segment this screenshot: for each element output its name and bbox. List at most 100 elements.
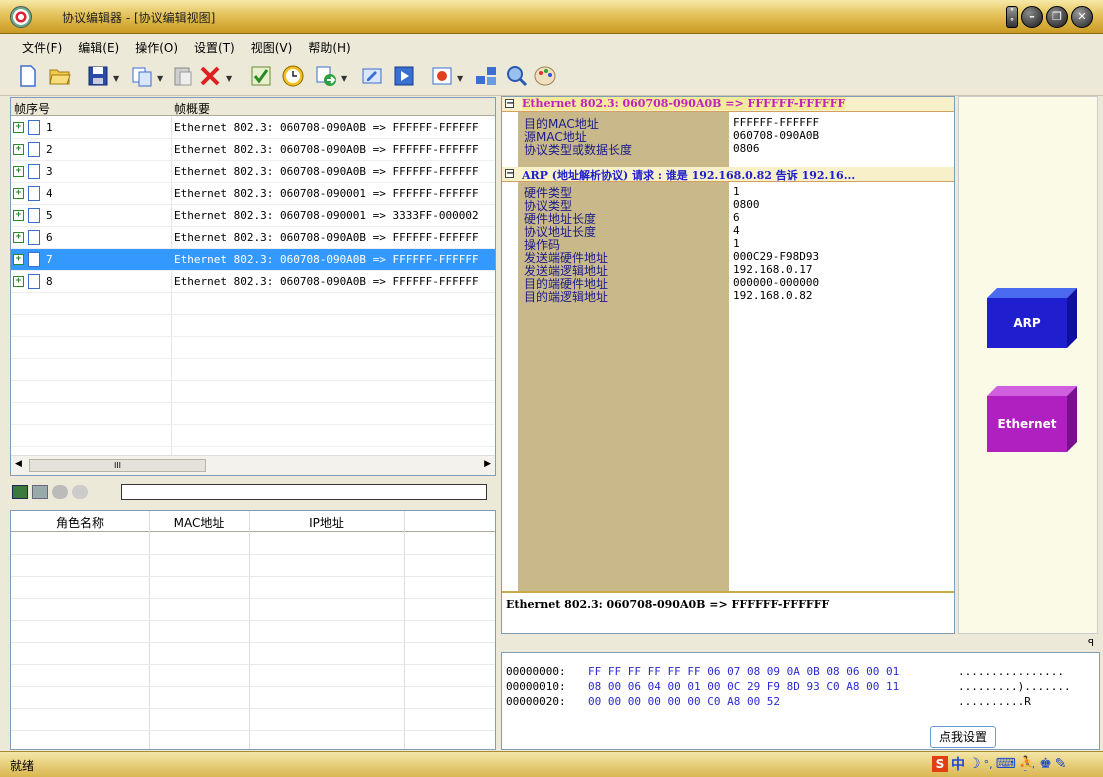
col-index-header[interactable]: 帧序号 (14, 100, 50, 117)
open-icon[interactable] (48, 64, 72, 88)
role-row[interactable] (11, 687, 495, 709)
user-icon[interactable]: ⛹ (1019, 756, 1036, 772)
menu-file[interactable]: 文件(F) (22, 39, 62, 56)
expand-icon[interactable]: + (13, 166, 24, 177)
frame-checkbox[interactable] (28, 274, 40, 289)
arp-field-value[interactable]: 000C29-F98D93 (733, 250, 819, 263)
send-icon[interactable] (314, 64, 338, 88)
arp-field-label[interactable]: 目的端逻辑地址 (524, 288, 608, 305)
horizontal-scrollbar[interactable]: ◀ III ▶ (11, 455, 495, 475)
frame-row[interactable]: +3 Ethernet 802.3: 060708-090A0B => FFFFF… (11, 161, 495, 183)
empty-frame-row[interactable] (11, 425, 495, 447)
wrench-icon[interactable]: ✎ (1055, 756, 1067, 772)
chevron-down-icon[interactable]: ▼ (226, 74, 232, 83)
pin-icon[interactable]: ° ° (1006, 6, 1018, 28)
new-icon[interactable] (16, 64, 40, 88)
moon-icon[interactable]: ☽ (968, 756, 981, 772)
frame-checkbox[interactable] (28, 164, 40, 179)
role-row[interactable] (11, 665, 495, 687)
expand-icon[interactable]: + (13, 232, 24, 243)
menu-operation[interactable]: 操作(O) (135, 39, 178, 56)
keyboard-icon[interactable]: ⌨ (996, 756, 1016, 772)
hex-bytes[interactable]: 08 00 06 04 00 01 00 0C 29 F9 8D 93 C0 A… (588, 680, 899, 693)
hex-bytes[interactable]: 00 00 00 00 00 00 C0 A8 00 52 (588, 695, 780, 708)
collapse-icon[interactable]: − (505, 99, 514, 109)
settings-tooltip[interactable]: 点我设置 (930, 726, 996, 748)
arp-field-value[interactable]: 000000-000000 (733, 276, 819, 289)
ethernet-field-value[interactable]: FFFFFF-FFFFFF (733, 116, 819, 129)
frame-checkbox[interactable] (28, 230, 40, 245)
frame-checkbox[interactable] (28, 186, 40, 201)
frame-row[interactable]: +2 Ethernet 802.3: 060708-090A0B => FFFFF… (11, 139, 495, 161)
empty-frame-row[interactable] (11, 293, 495, 315)
arp-field-value[interactable]: 1 (733, 185, 740, 198)
menu-settings[interactable]: 设置(T) (194, 39, 235, 56)
play-icon[interactable] (392, 64, 416, 88)
chevron-down-icon[interactable]: ▼ (457, 74, 463, 83)
palette-icon[interactable] (533, 64, 557, 88)
role-row[interactable] (11, 533, 495, 555)
arp-layer-box[interactable]: ARP (985, 286, 1085, 355)
ethernet-field-value[interactable]: 0806 (733, 142, 760, 155)
empty-frame-row[interactable] (11, 403, 495, 425)
add-role-icon[interactable] (12, 485, 28, 499)
role-row[interactable] (11, 599, 495, 621)
network-icon[interactable] (474, 64, 498, 88)
chevron-down-icon[interactable]: ▼ (113, 74, 119, 83)
expand-icon[interactable]: + (13, 210, 24, 221)
arp-field-value[interactable]: 192.168.0.82 (733, 289, 812, 302)
role-row[interactable] (11, 643, 495, 665)
frame-checkbox[interactable] (28, 142, 40, 157)
frame-row[interactable]: +5 Ethernet 802.3: 060708-090001 => 3333F… (11, 205, 495, 227)
role-row[interactable] (11, 621, 495, 643)
col-ip-header[interactable]: IP地址 (249, 514, 404, 531)
clock-icon[interactable] (281, 64, 305, 88)
info-icon[interactable] (430, 64, 454, 88)
minimize-button[interactable]: – (1021, 6, 1043, 28)
empty-frame-row[interactable] (11, 359, 495, 381)
expand-icon[interactable]: + (13, 254, 24, 265)
check-icon[interactable] (249, 64, 273, 88)
arp-field-value[interactable]: 4 (733, 224, 740, 237)
edit-role-icon[interactable] (32, 485, 48, 499)
frame-row[interactable]: +8 Ethernet 802.3: 060708-090A0B => FFFFF… (11, 271, 495, 293)
scroll-right-icon[interactable]: ▶ (484, 459, 491, 469)
punctuation-icon[interactable]: °, (984, 758, 993, 771)
role-row[interactable] (11, 555, 495, 577)
menu-edit[interactable]: 编辑(E) (78, 39, 119, 56)
close-button[interactable]: ✕ (1071, 6, 1093, 28)
menu-view[interactable]: 视图(V) (251, 39, 293, 56)
chevron-down-icon[interactable]: ▼ (157, 74, 163, 83)
empty-frame-row[interactable] (11, 337, 495, 359)
frame-checkbox[interactable] (28, 252, 40, 267)
arp-field-value[interactable]: 0800 (733, 198, 760, 211)
role-row[interactable] (11, 577, 495, 599)
scroll-left-icon[interactable]: ◀ (15, 459, 22, 469)
search-icon[interactable] (505, 64, 529, 88)
shirt-icon[interactable]: ♚ (1039, 756, 1052, 772)
arp-field-value[interactable]: 192.168.0.17 (733, 263, 812, 276)
expand-icon[interactable]: + (13, 276, 24, 287)
frame-row[interactable]: +4 Ethernet 802.3: 060708-090001 => FFFFF… (11, 183, 495, 205)
pin-icon[interactable]: ꟼ (1088, 638, 1094, 649)
frame-row[interactable]: +6 Ethernet 802.3: 060708-090A0B => FFFFF… (11, 227, 495, 249)
arp-field-value[interactable]: 1 (733, 237, 740, 250)
frame-checkbox[interactable] (28, 208, 40, 223)
copy-icon[interactable] (130, 64, 154, 88)
role-row[interactable] (11, 709, 495, 731)
remove-role-icon[interactable] (72, 485, 88, 499)
role-search-input[interactable] (121, 484, 487, 500)
frame-row[interactable]: +7 Ethernet 802.3: 060708-090A0B => FFFFF… (11, 249, 495, 271)
role-row[interactable] (11, 731, 495, 753)
chevron-down-icon[interactable]: ▼ (341, 74, 347, 83)
expand-icon[interactable]: + (13, 144, 24, 155)
frame-row[interactable]: +1 Ethernet 802.3: 060708-090A0B => FFFFF… (11, 117, 495, 139)
col-role-header[interactable]: 角色名称 (11, 514, 149, 531)
app-icon[interactable] (10, 6, 32, 28)
ethernet-layer-box[interactable]: Ethernet (985, 384, 1085, 459)
sogou-icon[interactable]: S (932, 756, 948, 772)
arp-field-value[interactable]: 6 (733, 211, 740, 224)
col-mac-header[interactable]: MAC地址 (149, 514, 249, 531)
scroll-thumb[interactable]: III (29, 459, 206, 472)
col-summary-header[interactable]: 帧概要 (174, 100, 210, 117)
